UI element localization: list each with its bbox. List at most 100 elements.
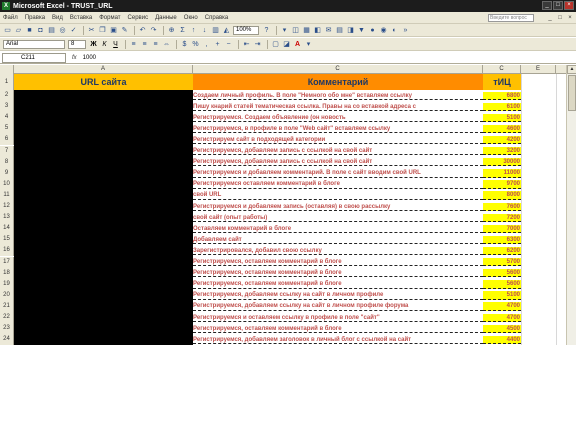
italic-button[interactable]: К bbox=[100, 40, 109, 49]
tic-cell[interactable]: 5600 bbox=[483, 269, 521, 278]
comment-cell[interactable]: Регистрируемся и добавляем запись (остав… bbox=[193, 203, 483, 211]
column-header-c[interactable]: C bbox=[193, 65, 483, 74]
fill-color-icon[interactable]: ◪ bbox=[282, 40, 291, 49]
row-header[interactable]: 15 bbox=[0, 234, 14, 246]
decrease-indent-icon[interactable]: ⇤ bbox=[242, 40, 251, 49]
tic-cell[interactable]: 7600 bbox=[483, 202, 521, 211]
macro-icon[interactable]: ● bbox=[368, 26, 377, 35]
align-right-icon[interactable]: ≡ bbox=[151, 40, 160, 49]
doc-close-button[interactable]: × bbox=[566, 14, 574, 22]
row-header-1[interactable]: 1 bbox=[0, 74, 14, 90]
comment-cell[interactable]: Регистрируемся оставляем комментарий в б… bbox=[193, 180, 483, 189]
comment-cell[interactable]: Регистрируемся, добавляем ссылку на сайт… bbox=[193, 291, 483, 300]
vertical-scrollbar[interactable]: ▲ bbox=[566, 65, 576, 345]
paste-icon[interactable]: ▣ bbox=[109, 26, 118, 35]
comment-cell[interactable]: Регистрируемся, добавляем запись с ссылк… bbox=[193, 158, 483, 167]
tic-cell[interactable]: 8000 bbox=[483, 191, 521, 200]
format-painter-icon[interactable]: ✎ bbox=[120, 26, 129, 35]
toolbar-options-icon[interactable]: ▾ bbox=[280, 26, 289, 35]
comment-cell[interactable]: Создаем личный профиль. В поле "Немного … bbox=[193, 92, 483, 100]
sort-ascending-icon[interactable]: ↑ bbox=[189, 26, 198, 35]
underline-button[interactable]: Ч bbox=[111, 40, 120, 49]
font-name-select[interactable]: Arial bbox=[3, 39, 65, 49]
merge-center-icon[interactable]: ⇔ bbox=[162, 40, 171, 49]
menu-format[interactable]: Формат bbox=[99, 15, 120, 21]
row-header[interactable]: 22 bbox=[0, 312, 14, 324]
comment-cell[interactable]: свой URL bbox=[193, 191, 483, 200]
comment-cell[interactable]: Регистрируемся, добавляем ссылку на сайт… bbox=[193, 302, 483, 311]
copy-icon[interactable]: ❐ bbox=[98, 26, 107, 35]
comment-cell[interactable]: Регистрируемся, оставляем комментарий в … bbox=[193, 258, 483, 267]
formatting-options-icon[interactable]: ▾ bbox=[304, 40, 313, 49]
column-header-e[interactable]: E bbox=[521, 65, 556, 74]
tic-cell[interactable]: 5700 bbox=[483, 258, 521, 267]
align-center-icon[interactable]: ≡ bbox=[140, 40, 149, 49]
comment-cell[interactable]: Регистрируем сайт в подходящей категории bbox=[193, 136, 483, 145]
comment-cell[interactable]: свой сайт (опыт работы) bbox=[193, 214, 483, 222]
tic-cell[interactable]: 30000 bbox=[483, 158, 521, 167]
minimize-button[interactable]: _ bbox=[542, 1, 552, 10]
permission-icon[interactable]: ◘ bbox=[36, 26, 45, 35]
maximize-button[interactable]: □ bbox=[553, 1, 563, 10]
menu-tools[interactable]: Сервис bbox=[128, 15, 149, 21]
undo-icon[interactable]: ↶ bbox=[138, 26, 147, 35]
menu-insert[interactable]: Вставка bbox=[70, 15, 92, 21]
chart-icon[interactable]: ▥ bbox=[211, 26, 220, 35]
autosum-icon[interactable]: Σ bbox=[178, 26, 187, 35]
table-icon[interactable]: ▤ bbox=[335, 26, 344, 35]
comment-cell[interactable]: Зарегистрировался, добавил свою ссылку bbox=[193, 247, 483, 256]
close-button[interactable]: × bbox=[564, 1, 574, 10]
row-header[interactable]: 11 bbox=[0, 189, 14, 201]
row-header[interactable]: 6 bbox=[0, 134, 14, 146]
review-icon[interactable]: ◧ bbox=[313, 26, 322, 35]
comment-cell[interactable]: Пишу кнарий статей тематическая ссылка. … bbox=[193, 103, 483, 111]
row-header[interactable]: 12 bbox=[0, 201, 14, 213]
comment-cell[interactable]: Регистрируемся, добавляем запись с ссылк… bbox=[193, 147, 483, 156]
tic-cell[interactable]: 6100 bbox=[483, 102, 521, 111]
row-header[interactable]: 14 bbox=[0, 223, 14, 235]
font-size-select[interactable]: 8 bbox=[68, 39, 86, 49]
tic-cell[interactable]: 4500 bbox=[483, 324, 521, 333]
comment-cell[interactable]: Регистрируемся, в профиле в поле "Web са… bbox=[193, 125, 483, 134]
tic-cell[interactable]: 6300 bbox=[483, 235, 521, 245]
tic-cell[interactable]: 4700 bbox=[483, 302, 521, 311]
increase-indent-icon[interactable]: ⇥ bbox=[253, 40, 262, 49]
scroll-up-icon[interactable]: ▲ bbox=[567, 65, 576, 74]
sort-descending-icon[interactable]: ↓ bbox=[200, 26, 209, 35]
align-left-icon[interactable]: ≡ bbox=[129, 40, 138, 49]
name-box[interactable]: C211 bbox=[2, 52, 66, 63]
tic-cell[interactable]: 11000 bbox=[483, 169, 521, 178]
comment-cell[interactable]: Регистрируемся, оставляем комментарий в … bbox=[193, 280, 483, 289]
tic-cell[interactable]: 5600 bbox=[483, 280, 521, 289]
tic-cell[interactable]: 9700 bbox=[483, 180, 521, 189]
decrease-decimal-icon[interactable]: − bbox=[224, 40, 233, 49]
menu-window[interactable]: Окно bbox=[184, 15, 198, 21]
tic-cell[interactable]: 6800 bbox=[483, 91, 521, 100]
row-header[interactable]: 17 bbox=[0, 256, 14, 268]
row-header[interactable]: 5 bbox=[0, 123, 14, 135]
row-header[interactable]: 9 bbox=[0, 167, 14, 179]
tic-cell[interactable]: 4700 bbox=[483, 313, 521, 322]
spelling-icon[interactable]: ✓ bbox=[69, 26, 78, 35]
row-header[interactable]: 23 bbox=[0, 323, 14, 335]
filter-icon[interactable]: ▼ bbox=[357, 26, 366, 35]
tic-cell[interactable]: 5100 bbox=[483, 291, 521, 300]
help-question-input[interactable]: Введите вопрос bbox=[488, 14, 534, 22]
cut-icon[interactable]: ✂ bbox=[87, 26, 96, 35]
column-header-a[interactable]: A bbox=[14, 65, 193, 74]
comment-cell[interactable]: Регистрируемся. Создаем объявление (он н… bbox=[193, 114, 483, 123]
menu-help[interactable]: Справка bbox=[205, 15, 229, 21]
row-header[interactable]: 13 bbox=[0, 212, 14, 224]
comment-cell[interactable]: Регистрируемся, оставляем комментарий в … bbox=[193, 325, 483, 333]
row-header[interactable]: 4 bbox=[0, 112, 14, 124]
open-icon[interactable]: ▱ bbox=[14, 26, 23, 35]
tic-cell[interactable]: 4400 bbox=[483, 335, 521, 345]
drawing-icon[interactable]: ◭ bbox=[222, 26, 231, 35]
tic-cell[interactable]: 6200 bbox=[483, 246, 521, 256]
comma-icon[interactable]: , bbox=[202, 40, 211, 49]
tic-cell[interactable]: 4200 bbox=[483, 135, 521, 145]
comment-cell[interactable]: Оставляем комментарий в блоге bbox=[193, 225, 483, 234]
percent-icon[interactable]: % bbox=[191, 40, 200, 49]
font-color-button[interactable]: A bbox=[293, 40, 302, 49]
pivot-icon[interactable]: ◨ bbox=[346, 26, 355, 35]
